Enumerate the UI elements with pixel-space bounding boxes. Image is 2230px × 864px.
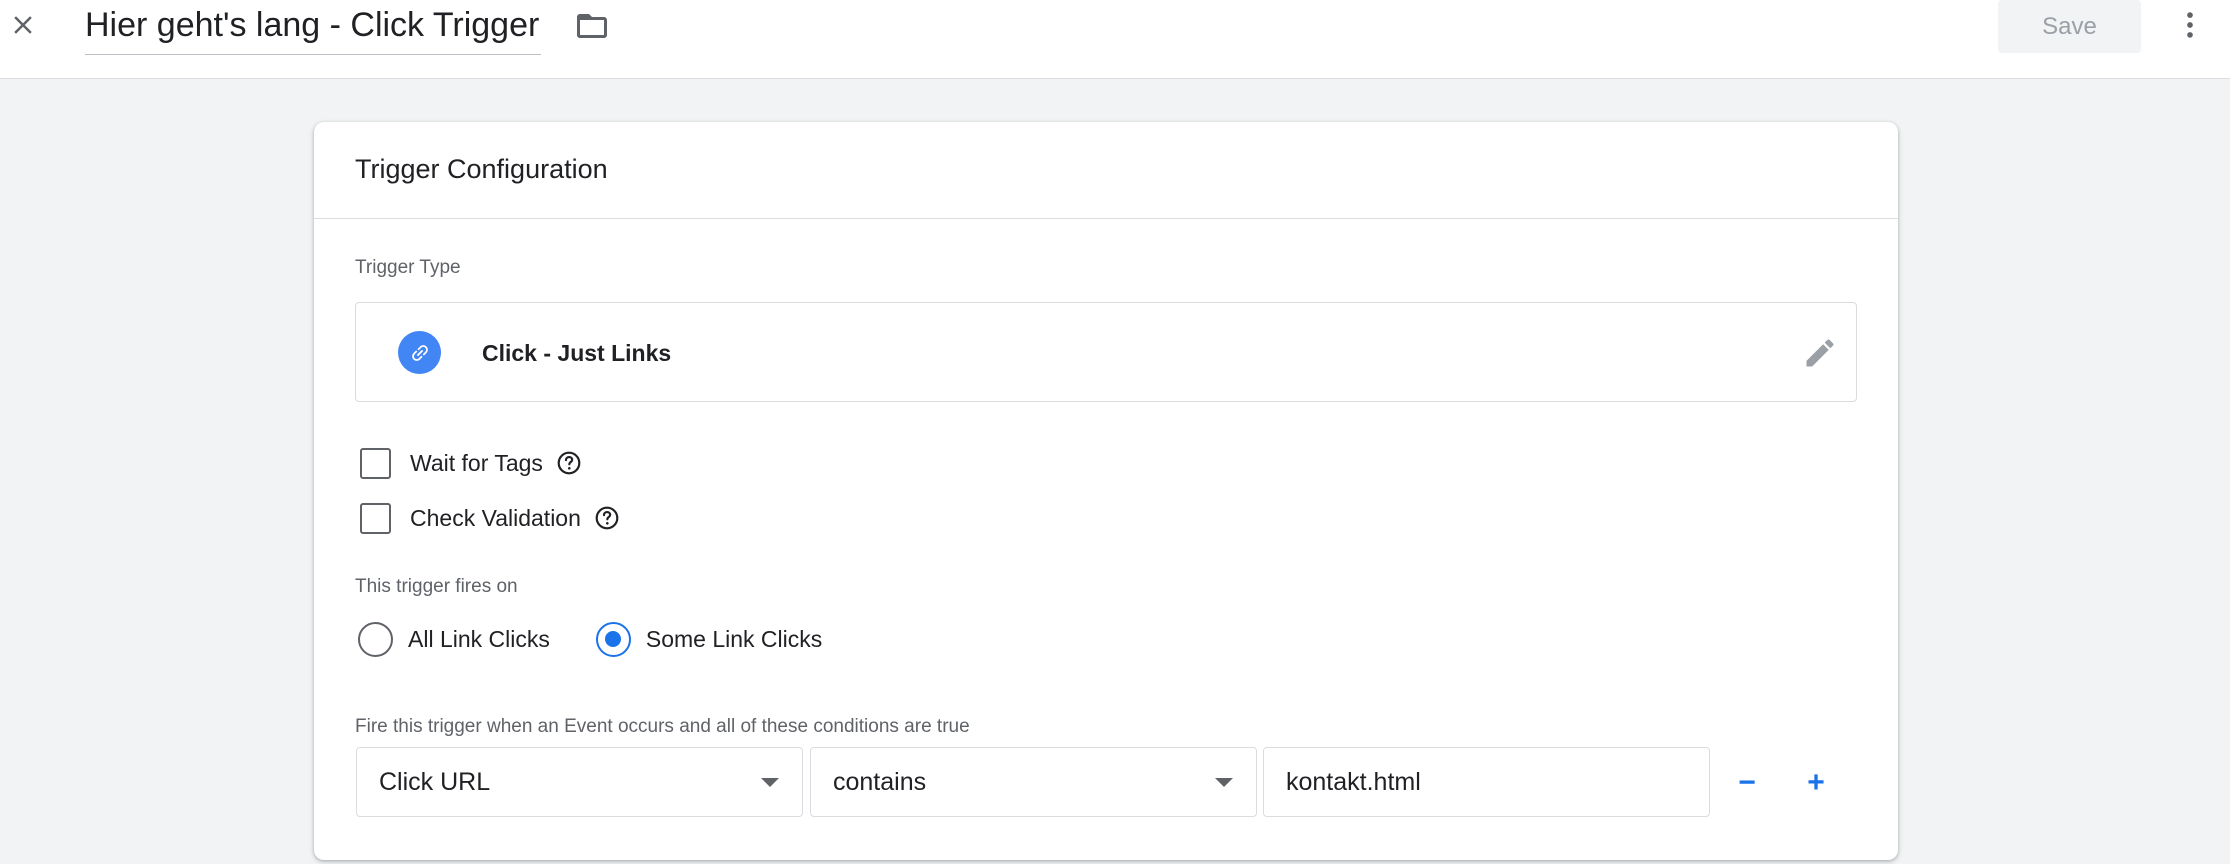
save-button[interactable]: Save [1998,0,2141,53]
remove-condition-button[interactable]: − [1727,763,1767,803]
more-vert-icon [2187,12,2193,38]
trigger-type-selector[interactable]: Click - Just Links [355,302,1857,402]
help-icon [557,451,581,475]
card-header: Trigger Configuration [314,122,1898,219]
pencil-icon [1806,339,1834,367]
link-badge [398,331,441,374]
condition-variable-select[interactable]: Click URL [356,747,803,817]
wait-for-tags-checkbox[interactable] [360,447,391,479]
condition-variable-value: Click URL [379,768,491,796]
dropdown-arrow-icon [761,778,779,787]
wait-for-tags-label: Wait for Tags [410,449,543,476]
wait-for-tags-row: Wait for Tags [360,443,582,483]
some-link-clicks-radio[interactable] [595,621,631,657]
folder-icon [577,14,607,38]
add-condition-button[interactable]: + [1796,763,1836,803]
more-options-button[interactable] [2170,4,2210,46]
trigger-type-label: Trigger Type [355,257,461,278]
condition-label: Fire this trigger when an Event occurs a… [355,716,970,737]
help-icon [595,506,619,530]
close-icon [14,16,32,34]
edit-trigger-type-button[interactable] [1799,332,1841,374]
fires-on-label: This trigger fires on [355,576,518,597]
all-link-clicks-radio[interactable] [358,621,393,657]
trigger-configuration-card: Trigger Configuration Trigger Type Click… [314,122,1898,860]
check-validation-label: Check Validation [410,504,581,531]
check-validation-checkbox[interactable] [360,502,391,534]
fires-on-options: All Link Clicks Some Link Clicks [358,618,822,660]
close-button[interactable] [6,8,40,42]
link-icon [411,344,428,361]
trigger-name-input[interactable]: Hier geht's lang - Click Trigger [85,0,542,55]
check-validation-row: Check Validation [360,498,620,538]
dropdown-arrow-icon [1215,778,1233,787]
condition-operator-select[interactable]: contains [810,747,1257,817]
folder-button[interactable] [570,7,614,45]
some-link-clicks-label: Some Link Clicks [645,625,823,652]
wait-for-tags-help[interactable] [556,450,582,476]
condition-operator-value: contains [833,768,927,796]
top-bar: Hier geht's lang - Click Trigger Save [0,0,2230,79]
all-link-clicks-label: All Link Clicks [408,625,550,652]
condition-value-input[interactable] [1263,747,1710,817]
trigger-type-name: Click - Just Links [482,340,672,366]
card-title: Trigger Configuration [355,154,608,184]
check-validation-help[interactable] [594,505,620,531]
